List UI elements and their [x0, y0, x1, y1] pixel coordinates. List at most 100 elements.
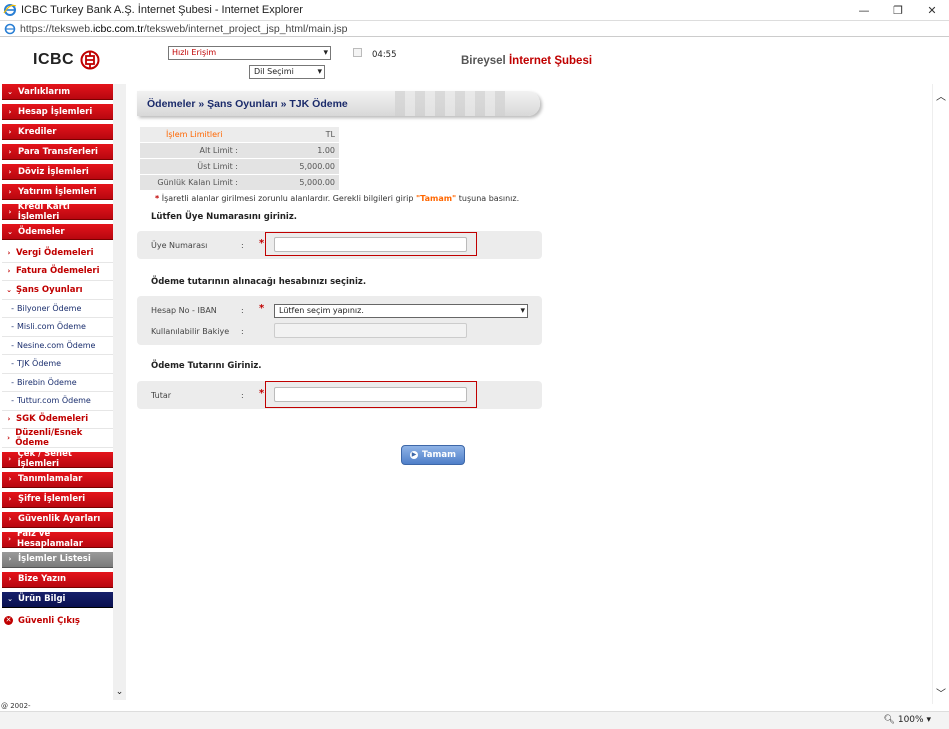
sidebar-item-bize-yazin[interactable]: › Bize Yazın: [2, 571, 113, 588]
language-select[interactable]: Dil Seçimi ▾: [249, 65, 325, 79]
chevron-right-icon: ›: [8, 167, 12, 176]
chevron-down-icon: ⌄: [6, 285, 12, 294]
limit-label: Günlük Kalan Limit :: [157, 178, 238, 187]
chevron-right-icon: ›: [7, 267, 11, 276]
address-bar[interactable]: https://teksweb.icbc.com.tr/teksweb/inte…: [0, 20, 949, 37]
sidebar-subitem-duzenli-esnek-odeme[interactable]: › Düzenli/Esnek Ödeme: [2, 427, 113, 448]
icbc-logo[interactable]: ICBC: [33, 50, 100, 70]
scroll-up-icon[interactable]: ︿: [936, 88, 946, 103]
sidebar-subsubitem-tuttur-com-odeme[interactable]: - Tuttur.com Ödeme: [2, 392, 113, 411]
available-balance-field: [274, 323, 467, 338]
chevron-right-icon: ›: [7, 415, 11, 424]
main-scrollbar[interactable]: ︿ ﹀: [932, 84, 949, 704]
sidebar-item-hesap-islemleri[interactable]: › Hesap İşlemleri: [2, 104, 113, 120]
chevron-right-icon: ›: [8, 147, 12, 156]
chevron-right-icon: ›: [8, 187, 12, 196]
close-button[interactable]: ✕: [915, 0, 949, 20]
logout-link[interactable]: ✕ Güvenli Çıkış: [4, 612, 113, 630]
zoom-icon: 🔍︎: [883, 715, 895, 725]
sidebar-subsubitem-birebin-odeme[interactable]: - Birebin Ödeme: [2, 373, 113, 392]
limits-table: İşlem Limitleri TL Alt Limit : 1.00 Üst Li…: [140, 127, 339, 191]
limits-row: Günlük Kalan Limit : 5,000.00: [140, 175, 339, 191]
notice-text-end: tuşuna basınız.: [458, 194, 520, 203]
colon: :: [241, 306, 244, 315]
sidebar-item-sifre-islemleri[interactable]: › Şifre İşlemleri: [2, 491, 113, 508]
chevron-right-icon: ›: [8, 455, 12, 463]
minimize-button[interactable]: —: [847, 0, 881, 20]
sidebar-item-yatirim-islemleri[interactable]: › Yatırım İşlemleri: [2, 184, 113, 200]
limit-value: 5,000.00: [299, 178, 335, 187]
chevron-right-icon: ›: [8, 207, 12, 216]
sidebar-subsubitem-label: Tuttur.com Ödeme: [17, 396, 91, 406]
sidebar-item-label: Döviz İşlemleri: [18, 166, 89, 177]
sidebar-item-para-transferleri[interactable]: › Para Transferleri: [2, 144, 113, 160]
dash-icon: -: [11, 377, 14, 387]
sidebar-subitem-label: SGK Ödemeleri: [16, 414, 89, 425]
session-timer-icon: [353, 48, 362, 57]
chevron-down-icon: ▾: [926, 715, 931, 725]
limits-header-label: İşlem Limitleri: [166, 130, 223, 139]
sidebar-subsubitem-label: Bilyoner Ödeme: [17, 303, 82, 313]
sidebar-item-cek-senet-islemleri[interactable]: › Çek / Senet İşlemleri: [2, 449, 113, 469]
account-iban-select[interactable]: Lütfen seçim yapınız. ▾: [274, 304, 528, 318]
sidebar-subitem-label: Şans Oyunları: [16, 284, 83, 295]
zoom-level: 100%: [897, 715, 924, 725]
sidebar-item-guvenlik-ayarlari[interactable]: › Güvenlik Ayarları: [2, 511, 113, 528]
blurred-region: [395, 91, 505, 116]
account-iban-value: Lütfen seçim yapınız.: [279, 306, 364, 315]
chevron-right-icon: ›: [8, 495, 12, 503]
brand-main: İnternet Şubesi: [508, 55, 593, 67]
dash-icon: -: [11, 322, 14, 332]
sidebar-item-varliklarim[interactable]: ⌄ Varlıklarım: [2, 84, 113, 100]
zoom-control[interactable]: 🔍︎ 100% ▾: [884, 715, 931, 725]
sidebar-item-faiz-ve-hesaplamalar[interactable]: › Faiz ve Hesaplamalar: [2, 529, 113, 549]
restore-button[interactable]: ❐: [881, 0, 915, 20]
url-text[interactable]: https://teksweb.icbc.com.tr/teksweb/inte…: [20, 23, 347, 35]
quick-access-select[interactable]: Hızlı Erişim ▾: [168, 46, 331, 60]
sidebar-item-krediler[interactable]: › Krediler: [2, 124, 113, 140]
sidebar-subitem-vergi-odemeleri[interactable]: › Vergi Ödemeleri: [2, 244, 113, 263]
member-input-highlight: [265, 232, 477, 256]
sidebar-subitem-fatura-odemeleri[interactable]: › Fatura Ödemeleri: [2, 262, 113, 281]
sidebar-item-label: Varlıklarım: [18, 86, 71, 97]
sidebar-item-label: Bize Yazın: [18, 574, 67, 584]
sidebar-item-islemler-listesi[interactable]: › İşlemler Listesi: [2, 551, 113, 568]
scroll-down-icon[interactable]: ﹀: [936, 685, 946, 700]
limits-row: Alt Limit : 1.00: [140, 143, 339, 159]
sidebar-subsubitem-label: Birebin Ödeme: [17, 377, 77, 387]
dash-icon: -: [11, 359, 14, 369]
scroll-down-icon[interactable]: ⌄: [113, 687, 126, 700]
amount-section-title: Ödeme Tutarını Giriniz.: [151, 361, 262, 371]
colon: :: [241, 327, 244, 336]
sidebar-item-kredi-karti-islemleri[interactable]: › Kredi Kartı İşlemleri: [2, 201, 113, 222]
ok-button-label: Tamam: [422, 450, 456, 460]
chevron-right-icon: ›: [8, 475, 12, 483]
logo-text: ICBC: [33, 51, 75, 68]
sidebar-subsubitem-tjk-odeme[interactable]: - TJK Ödeme: [2, 355, 113, 374]
sidebar-item-doviz-islemleri[interactable]: › Döviz İşlemleri: [2, 164, 113, 180]
sidebar-subsubitem-misli-com-odeme[interactable]: - Misli.com Ödeme: [2, 318, 113, 337]
sidebar-item-tanimlamalar[interactable]: › Tanımlamalar: [2, 471, 113, 488]
sidebar-item-label: Yatırım İşlemleri: [18, 186, 97, 197]
sidebar-menu: ⌄ Varlıklarım › Hesap İşlemleri › Krediler › Pa…: [0, 84, 113, 700]
sidebar-item-label: Kredi Kartı İşlemleri: [17, 201, 70, 222]
sidebar-subsubitem-bilyoner-odeme[interactable]: - Bilyoner Ödeme: [2, 299, 113, 318]
chevron-down-icon: ⌄: [7, 87, 13, 96]
sidebar-item-odemeler[interactable]: ⌄ Ödemeler: [2, 224, 113, 240]
sidebar-scrollbar[interactable]: ⌄: [113, 84, 126, 700]
chevron-down-icon: ▾: [317, 67, 322, 77]
sidebar-subitem-sgk-odemeleri[interactable]: › SGK Ödemeleri: [2, 410, 113, 429]
required-star: *: [155, 194, 160, 203]
sidebar-item-label: Faiz ve Hesaplamalar: [17, 529, 83, 549]
site-icon: [4, 23, 16, 34]
balance-label: Kullanılabilir Bakiye: [151, 327, 230, 336]
ok-button[interactable]: ▶ Tamam: [401, 445, 465, 465]
account-panel: Hesap No - IBAN : * Lütfen seçim yapınız…: [137, 296, 542, 345]
sidebar-item-label: Para Transferleri: [18, 146, 98, 157]
sidebar-item-urun-bilgi[interactable]: ⌄ Ürün Bilgi: [2, 591, 113, 608]
sidebar-subitem-sans-oyunlari[interactable]: ⌄ Şans Oyunları: [2, 281, 113, 300]
play-icon: ▶: [410, 451, 419, 459]
sidebar-subitem-label: Düzenli/Esnek Ödeme: [15, 427, 83, 448]
chevron-right-icon: ›: [7, 433, 11, 442]
sidebar-subsubitem-nesine-com-odeme[interactable]: - Nesine.com Ödeme: [2, 336, 113, 355]
